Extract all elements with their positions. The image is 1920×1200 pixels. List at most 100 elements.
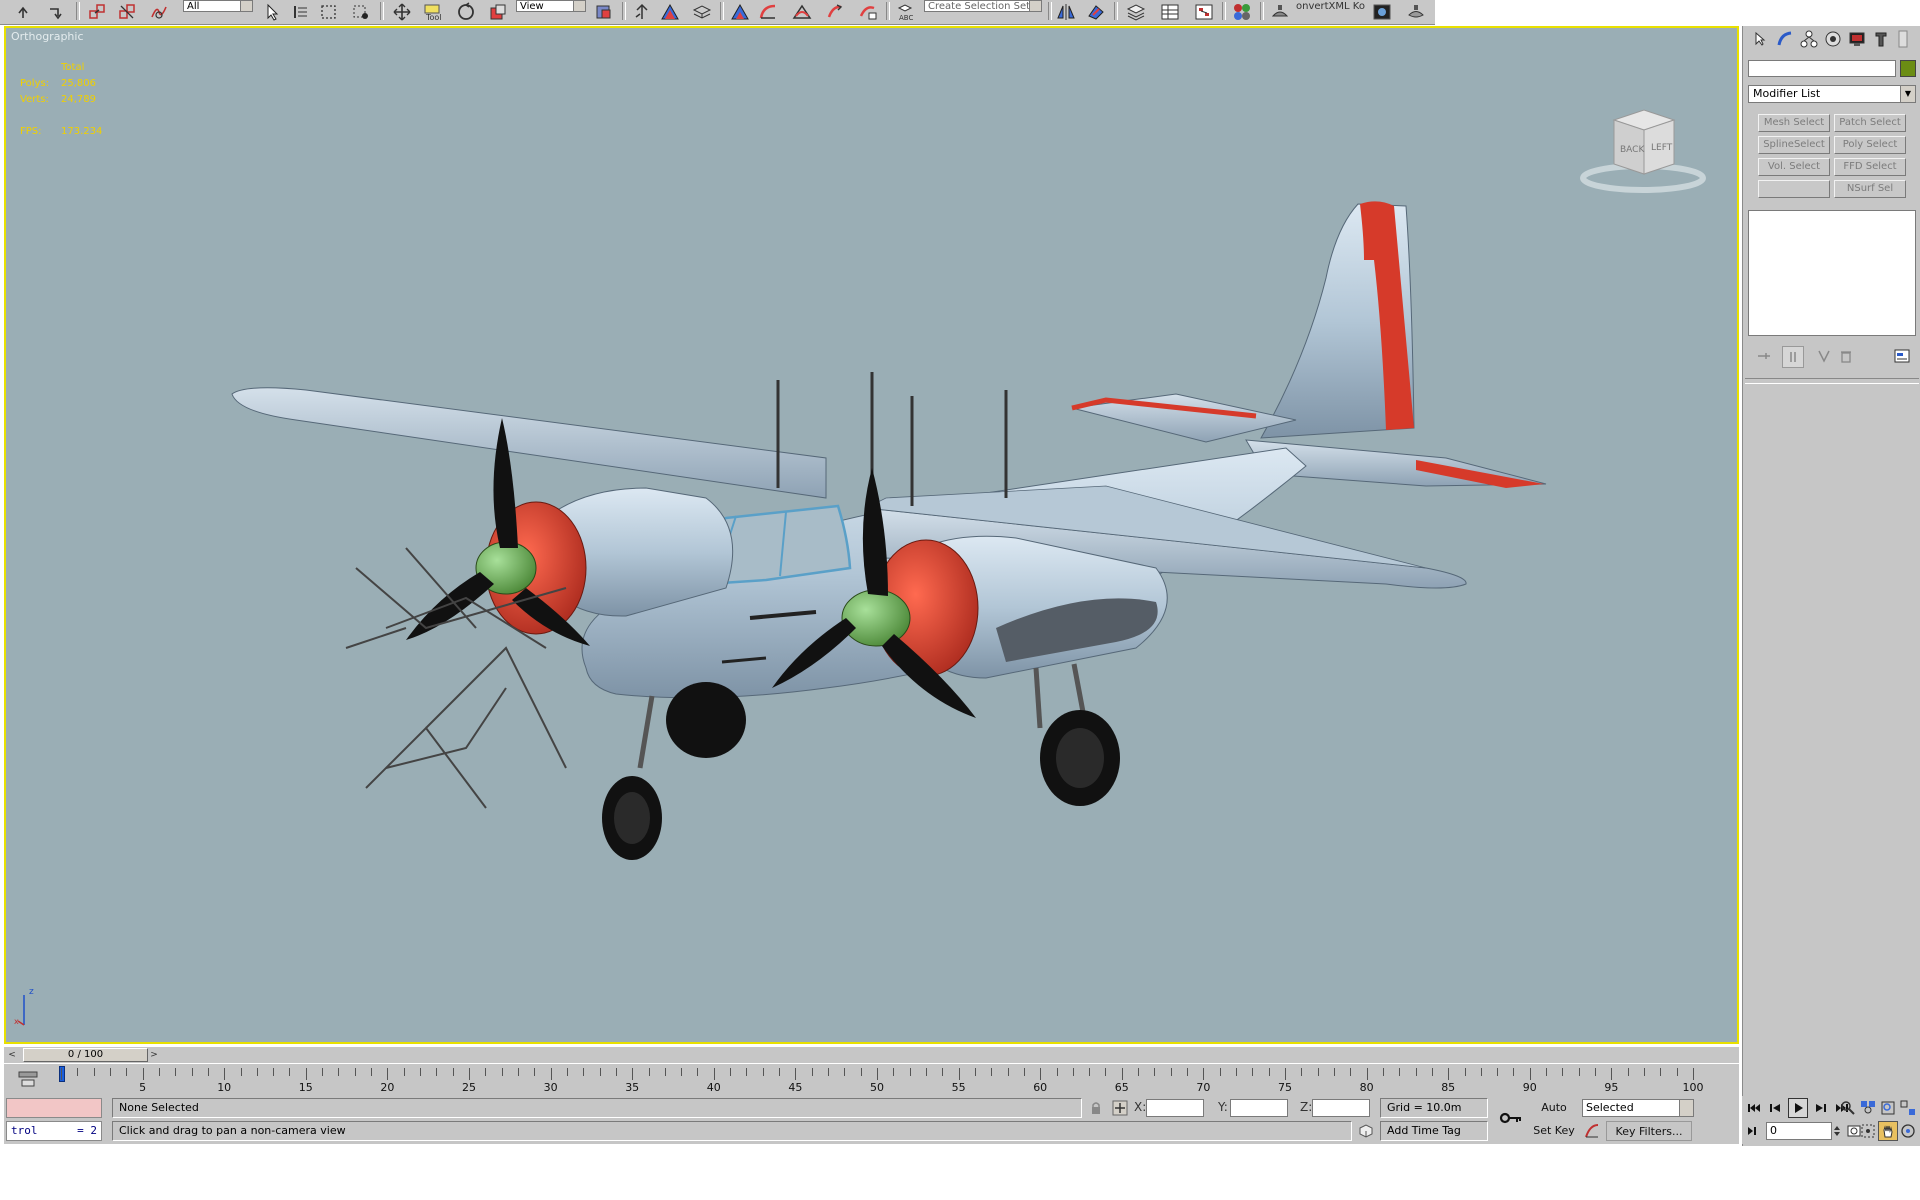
poly-select-button[interactable]: Poly Select xyxy=(1834,136,1906,154)
key-filters-button[interactable]: Key Filters... xyxy=(1606,1121,1692,1141)
align-tool-icon[interactable] xyxy=(1084,1,1108,22)
spinner-snap-icon[interactable] xyxy=(824,1,848,22)
scale-icon[interactable] xyxy=(486,1,510,22)
zoom-extents-icon[interactable] xyxy=(1878,1098,1898,1118)
hierarchy-tab-icon[interactable] xyxy=(1797,28,1821,50)
show-end-result-icon[interactable] xyxy=(1782,346,1804,368)
create-tab-icon[interactable] xyxy=(1749,28,1773,50)
auto-key-button[interactable]: Auto Key xyxy=(1530,1098,1578,1134)
schematic-view-icon[interactable] xyxy=(1192,1,1216,22)
play-icon[interactable] xyxy=(1788,1098,1808,1118)
redo-icon[interactable] xyxy=(44,1,66,22)
layer-manager-icon[interactable] xyxy=(690,1,714,22)
window-crossing-icon[interactable] xyxy=(350,1,372,22)
empty-modifier-button[interactable] xyxy=(1758,180,1830,198)
current-frame-cursor[interactable] xyxy=(59,1066,65,1082)
field-of-view-icon[interactable] xyxy=(1858,1121,1878,1141)
move-icon[interactable] xyxy=(390,1,414,22)
current-frame-field[interactable]: 0 xyxy=(1766,1122,1832,1140)
modifier-stack[interactable] xyxy=(1748,210,1916,336)
default-tangent-icon[interactable] xyxy=(1582,1121,1602,1141)
curve-editor-icon[interactable] xyxy=(1158,1,1182,22)
x-coord-field[interactable] xyxy=(1146,1099,1204,1117)
rotate-icon[interactable] xyxy=(454,1,478,22)
plugin-label[interactable]: onvertXML Ko xyxy=(1296,1,1365,12)
nsurf-sel-button[interactable]: NSurf Sel xyxy=(1834,180,1906,198)
edit-named-selection-icon[interactable] xyxy=(856,1,880,22)
modifier-list-dropdown[interactable]: Modifier List ▼ xyxy=(1748,85,1916,103)
z-coord-field[interactable] xyxy=(1312,1099,1370,1117)
remove-modifier-icon[interactable] xyxy=(1836,346,1856,366)
time-tag-icon[interactable] xyxy=(1356,1121,1376,1141)
percent-snap-icon[interactable] xyxy=(790,1,814,22)
time-slider[interactable]: < 0 / 100 > xyxy=(4,1047,1739,1063)
add-time-tag-button[interactable]: Add Time Tag xyxy=(1380,1121,1488,1141)
viewcube-back[interactable]: BACK xyxy=(1620,145,1645,155)
time-slider-prev-icon[interactable]: < xyxy=(6,1048,18,1062)
angle-snap-icon[interactable] xyxy=(756,1,780,22)
selection-lock-icon[interactable] xyxy=(1086,1098,1106,1118)
mini-curve-editor-icon[interactable] xyxy=(16,1069,40,1089)
key-mode-toggle-icon[interactable] xyxy=(1744,1121,1764,1141)
motion-tab-icon[interactable] xyxy=(1821,28,1845,50)
ffd-select-button[interactable]: FFD Select xyxy=(1834,158,1906,176)
render-frame-icon[interactable] xyxy=(1370,1,1394,22)
maxscript-listener-output[interactable]: trol = 2 xyxy=(6,1121,102,1141)
named-selection-icon[interactable]: ABC xyxy=(894,1,920,22)
material-editor-icon[interactable] xyxy=(1230,1,1254,22)
snaps-icon[interactable] xyxy=(728,1,752,22)
mesh-select-button[interactable]: Mesh Select xyxy=(1758,114,1830,132)
make-unique-icon[interactable] xyxy=(1814,346,1834,366)
transform-type-in-icon[interactable] xyxy=(1110,1098,1130,1118)
track-bar[interactable]: 5 10 15 20 25 30 35 40 45 50 55 60 65 70 75 80 85 90 95 100 xyxy=(4,1064,1739,1096)
render-setup-icon[interactable] xyxy=(1268,1,1292,22)
maxscript-listener-input[interactable] xyxy=(6,1098,102,1118)
pan-view-hand-icon[interactable] xyxy=(1878,1121,1898,1141)
set-key-key-icon[interactable] xyxy=(1498,1108,1524,1128)
vol-select-button[interactable]: Vol. Select xyxy=(1758,158,1830,176)
previous-frame-icon[interactable] xyxy=(1766,1098,1786,1118)
time-slider-next-icon[interactable]: > xyxy=(148,1048,160,1062)
select-object-icon[interactable] xyxy=(262,1,284,22)
object-color-swatch[interactable] xyxy=(1900,60,1916,77)
pivot-icon[interactable] xyxy=(592,1,616,22)
time-slider-thumb[interactable]: 0 / 100 xyxy=(23,1048,148,1062)
viewcube-left[interactable]: LEFT xyxy=(1651,143,1673,153)
bind-spacewarp-icon[interactable] xyxy=(148,1,170,22)
next-frame-icon[interactable] xyxy=(1810,1098,1830,1118)
selection-filter-dropdown[interactable]: All xyxy=(183,0,253,12)
named-selection-dropdown[interactable]: Create Selection Set xyxy=(924,0,1042,12)
go-to-start-icon[interactable] xyxy=(1744,1098,1764,1118)
quick-render-icon[interactable] xyxy=(1404,1,1428,22)
configure-modifier-sets-icon[interactable] xyxy=(1892,346,1912,366)
key-mode-dropdown[interactable]: Selected xyxy=(1582,1099,1694,1117)
panel-scroll-icon[interactable] xyxy=(1893,28,1913,50)
undo-icon[interactable] xyxy=(14,1,36,22)
object-name-field[interactable] xyxy=(1748,60,1896,77)
mirror-icon[interactable] xyxy=(630,1,654,22)
zoom-extents-all-icon[interactable] xyxy=(1898,1098,1918,1118)
set-key-button[interactable]: Set Key xyxy=(1530,1121,1578,1141)
select-link-icon[interactable] xyxy=(86,1,108,22)
pin-stack-icon[interactable] xyxy=(1754,346,1774,366)
spline-select-button[interactable]: SplineSelect xyxy=(1758,136,1830,154)
zoom-icon[interactable] xyxy=(1838,1098,1858,1118)
layers-icon[interactable] xyxy=(1124,1,1148,22)
select-manipulate-icon[interactable]: Tool xyxy=(420,1,446,22)
unlink-icon[interactable] xyxy=(116,1,138,22)
select-by-name-icon[interactable] xyxy=(290,1,312,22)
viewcube[interactable]: BACK LEFT xyxy=(1578,90,1708,200)
mirror-tool-icon[interactable] xyxy=(1054,1,1078,22)
rect-selection-icon[interactable] xyxy=(318,1,340,22)
reference-coord-dropdown[interactable]: View xyxy=(516,0,586,12)
orbit-icon[interactable] xyxy=(1898,1121,1918,1141)
frame-spinner-icon[interactable] xyxy=(1832,1121,1842,1141)
zoom-all-icon[interactable] xyxy=(1858,1098,1878,1118)
display-tab-icon[interactable] xyxy=(1845,28,1869,50)
utilities-tab-icon[interactable] xyxy=(1869,28,1893,50)
patch-select-button[interactable]: Patch Select xyxy=(1834,114,1906,132)
modify-tab-icon[interactable] xyxy=(1773,28,1797,50)
viewport-orthographic[interactable]: Orthographic Total Polys: 25,806 Verts: 24… xyxy=(4,26,1739,1044)
y-coord-field[interactable] xyxy=(1230,1099,1288,1117)
align-icon[interactable] xyxy=(658,1,682,22)
